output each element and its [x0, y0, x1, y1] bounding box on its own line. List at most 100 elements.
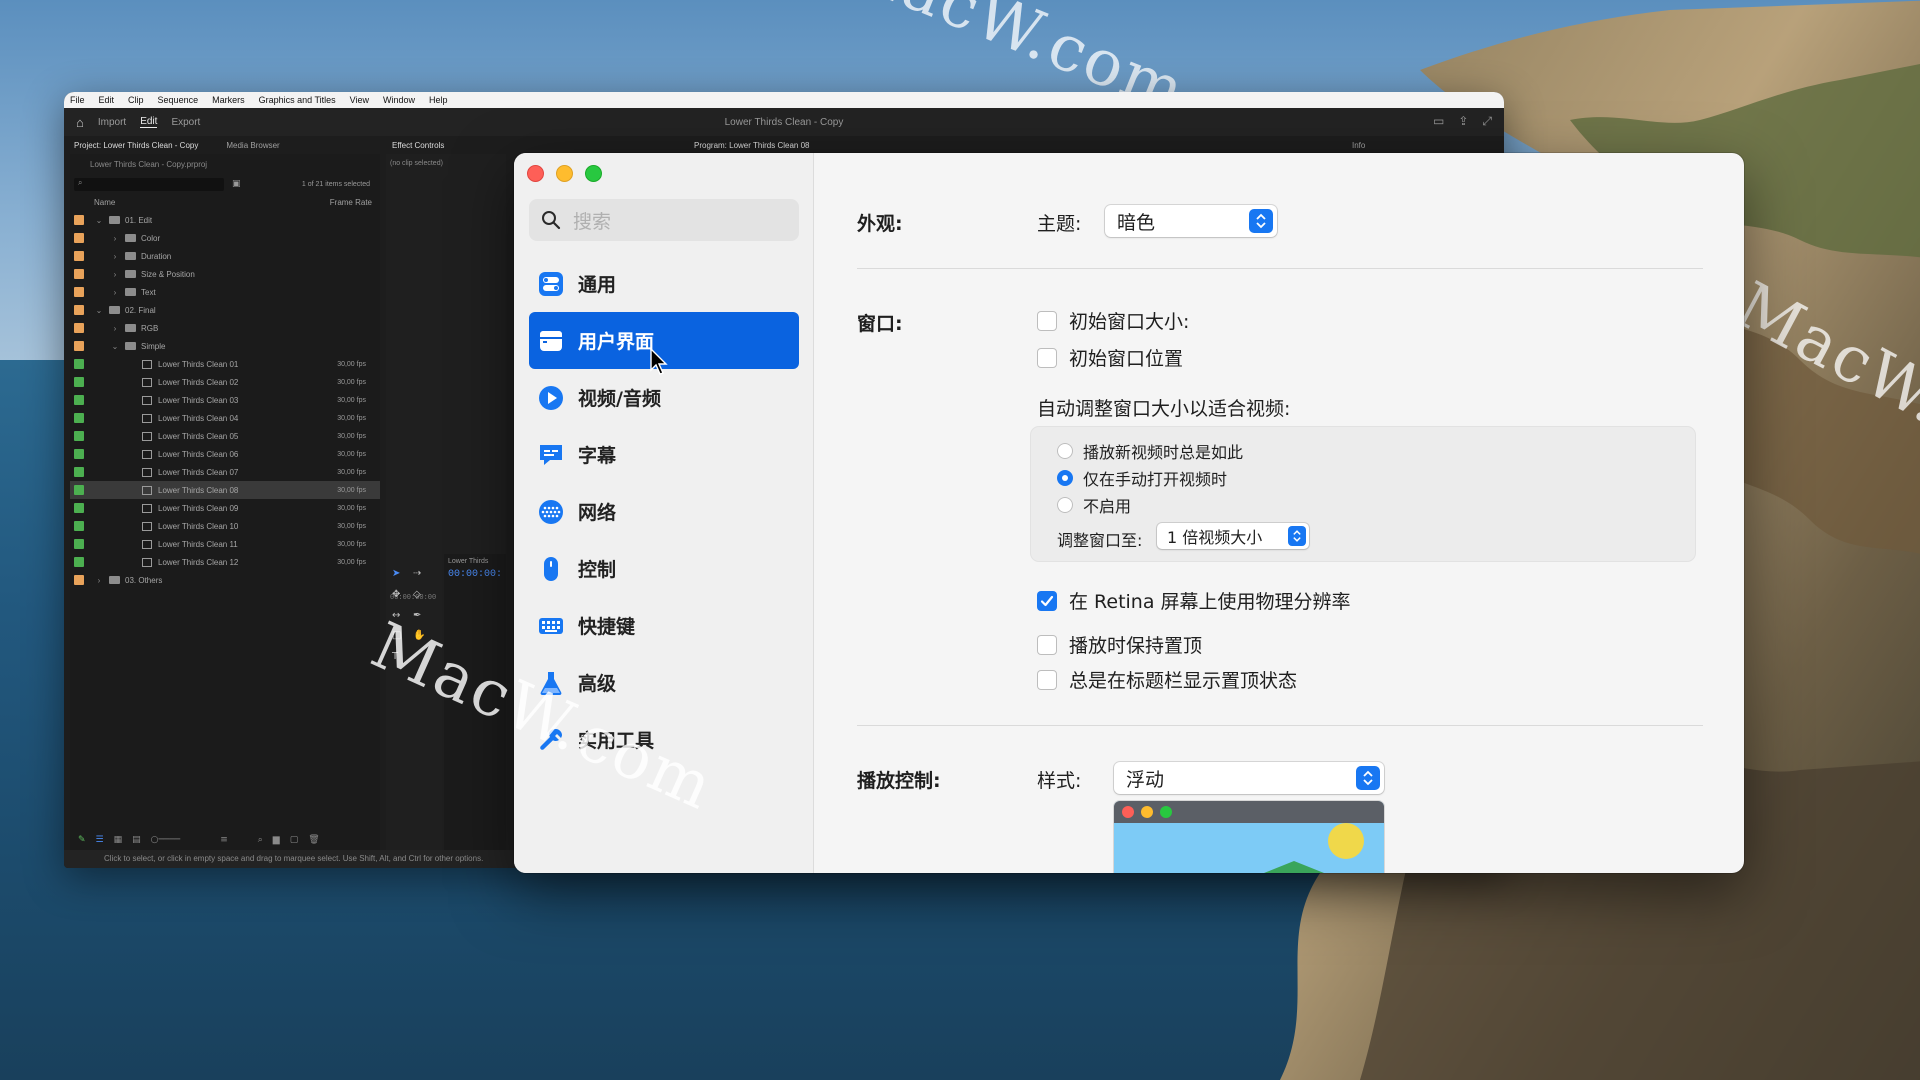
project-row[interactable]: Lower Thirds Clean 04 30,00 fps — [70, 409, 380, 427]
sidebar-item-globe[interactable]: 网络 — [529, 483, 799, 540]
project-row[interactable]: › Duration — [70, 247, 380, 265]
sidebar-item-keyboard[interactable]: 快捷键 — [529, 597, 799, 654]
project-row[interactable]: Lower Thirds Clean 02 30,00 fps — [70, 373, 380, 391]
chevron-right-icon[interactable]: › — [94, 576, 104, 585]
sidebar-item-mouse[interactable]: 控制 — [529, 540, 799, 597]
project-row[interactable]: Lower Thirds Clean 05 30,00 fps — [70, 427, 380, 445]
slip-tool-icon[interactable]: ↔ — [392, 610, 407, 625]
tab-project[interactable]: Project: Lower Thirds Clean - Copy — [74, 141, 198, 150]
project-row[interactable]: › Size & Position — [70, 265, 380, 283]
project-row[interactable]: Lower Thirds Clean 12 30,00 fps — [70, 553, 380, 571]
timeline-title[interactable]: Lower Thirds — [444, 554, 506, 569]
initial-size-checkbox[interactable]: 初始窗口大小: — [1037, 307, 1189, 334]
tab-effect-controls[interactable]: Effect Controls — [392, 141, 444, 150]
chevron-down-icon[interactable]: ⌄ — [94, 216, 104, 225]
project-row[interactable]: › Color — [70, 229, 380, 247]
project-row[interactable]: Lower Thirds Clean 06 30,00 fps — [70, 445, 380, 463]
new-bin-icon[interactable]: ▣ — [232, 179, 241, 189]
share-icon[interactable]: ⇪ — [1458, 114, 1468, 129]
project-row[interactable]: Lower Thirds Clean 08 30,00 fps — [70, 481, 380, 499]
type-tool-icon[interactable]: T — [392, 651, 407, 666]
sidebar-item-flask[interactable]: 高级 — [529, 654, 799, 711]
radio-manual[interactable]: 仅在手动打开视频时 — [1057, 466, 1227, 490]
initial-position-checkbox[interactable]: 初始窗口位置 — [1037, 344, 1183, 371]
menu-item-window[interactable]: Window — [383, 95, 415, 105]
menu-item-sequence[interactable]: Sequence — [158, 95, 199, 105]
project-row[interactable]: ⌄ 01. Edit — [70, 211, 380, 229]
close-button[interactable] — [527, 165, 544, 182]
initial-size-label: 初始窗口大小: — [1069, 311, 1190, 333]
project-row[interactable]: ⌄ Simple — [70, 337, 380, 355]
radio-disabled[interactable]: 不启用 — [1057, 493, 1131, 517]
minimize-button[interactable] — [556, 165, 573, 182]
search-input[interactable]: 搜索 — [529, 199, 799, 241]
theme-select[interactable]: 暗色 — [1105, 205, 1277, 237]
selection-tool-icon[interactable]: ➤ — [392, 568, 407, 583]
track-select-icon[interactable]: ⇢ — [413, 568, 428, 583]
project-row[interactable]: Lower Thirds Clean 07 30,00 fps — [70, 463, 380, 481]
menu-item-markers[interactable]: Markers — [212, 95, 245, 105]
radio-always[interactable]: 播放新视频时总是如此 — [1057, 439, 1243, 463]
chevron-right-icon[interactable]: › — [110, 270, 120, 279]
menu-item-file[interactable]: File — [70, 95, 85, 105]
menu-item-clip[interactable]: Clip — [128, 95, 144, 105]
column-name[interactable]: Name — [94, 198, 115, 207]
tab-program[interactable]: Program: Lower Thirds Clean 08 — [694, 141, 809, 150]
keep-on-top-checkbox[interactable]: 播放时保持置顶 — [1037, 631, 1202, 658]
project-row[interactable]: ⌄ 02. Final — [70, 301, 380, 319]
list-view-icon[interactable]: ☰ — [96, 835, 104, 845]
sort-icon[interactable]: ≡ — [220, 835, 228, 845]
tab-info[interactable]: Info — [1352, 141, 1365, 150]
menu-item-graphics-and-titles[interactable]: Graphics and Titles — [259, 95, 336, 105]
chevron-down-icon[interactable]: ⌄ — [110, 342, 120, 351]
sidebar-item-toggle-switches[interactable]: 通用 — [529, 255, 799, 312]
freeform-view-icon[interactable]: ▤ — [132, 835, 141, 845]
hand-tool-icon[interactable]: ✋ — [413, 630, 428, 645]
show-top-state-checkbox[interactable]: 总是在标题栏显示置顶状态 — [1037, 666, 1297, 693]
project-row[interactable]: Lower Thirds Clean 03 30,00 fps — [70, 391, 380, 409]
home-icon[interactable]: ⌂ — [76, 115, 84, 130]
resize-to-select[interactable]: 1 倍视频大小 — [1157, 523, 1309, 549]
trash-icon[interactable]: 🗑 — [308, 835, 319, 845]
tab-edit[interactable]: Edit — [140, 116, 158, 128]
project-row[interactable]: Lower Thirds Clean 11 30,00 fps — [70, 535, 380, 553]
column-frame-rate[interactable]: Frame Rate — [330, 198, 372, 207]
menu-item-edit[interactable]: Edit — [99, 95, 115, 105]
menu-item-view[interactable]: View — [350, 95, 369, 105]
find-icon[interactable]: ⌕ — [258, 835, 263, 845]
project-row[interactable]: Lower Thirds Clean 09 30,00 fps — [70, 499, 380, 517]
chevron-right-icon[interactable]: › — [110, 288, 120, 297]
tab-media-browser[interactable]: Media Browser — [226, 141, 279, 150]
chevron-right-icon[interactable]: › — [110, 234, 120, 243]
pen-tool-icon[interactable]: ✒ — [413, 610, 428, 625]
retina-checkbox[interactable]: 在 Retina 屏幕上使用物理分辨率 — [1037, 587, 1351, 614]
project-row[interactable]: › RGB — [70, 319, 380, 337]
menu-item-help[interactable]: Help — [429, 95, 448, 105]
zoom-button[interactable] — [585, 165, 602, 182]
sidebar-item-speech-bubble[interactable]: 字幕 — [529, 426, 799, 483]
project-row[interactable]: › 03. Others — [70, 571, 380, 589]
project-row[interactable]: Lower Thirds Clean 01 30,00 fps — [70, 355, 380, 373]
ripple-edit-icon[interactable]: ✥ — [392, 589, 407, 604]
timeline-timecode[interactable]: 00:00:00: — [444, 569, 506, 580]
rectangle-tool-icon[interactable]: □ — [392, 630, 407, 645]
project-row[interactable]: › Text — [70, 283, 380, 301]
project-search-input[interactable]: ⌕ — [74, 177, 224, 191]
sidebar-item-wrench[interactable]: 实用工具 — [529, 711, 799, 768]
chevron-right-icon[interactable]: › — [110, 324, 120, 333]
icon-view-icon[interactable]: ▦ — [114, 835, 123, 845]
chevron-right-icon[interactable]: › — [110, 252, 120, 261]
pencil-icon[interactable]: ✎ — [78, 835, 86, 845]
chevron-down-icon[interactable]: ⌄ — [94, 306, 104, 315]
bin-icon[interactable]: ▆ — [273, 835, 280, 845]
fullscreen-icon[interactable]: ⤢ — [1482, 114, 1492, 129]
new-item-icon[interactable]: ▢ — [290, 835, 299, 845]
razor-icon[interactable]: ◇ — [413, 589, 428, 604]
playback-style-select[interactable]: 浮动 — [1114, 762, 1384, 794]
tab-import[interactable]: Import — [98, 117, 126, 128]
tab-export[interactable]: Export — [171, 117, 200, 128]
sidebar-item-play-circle[interactable]: 视频/音频 — [529, 369, 799, 426]
project-row[interactable]: Lower Thirds Clean 10 30,00 fps — [70, 517, 380, 535]
zoom-slider[interactable]: ○──── — [151, 835, 181, 845]
workspace-icon[interactable]: ▭ — [1433, 114, 1444, 129]
